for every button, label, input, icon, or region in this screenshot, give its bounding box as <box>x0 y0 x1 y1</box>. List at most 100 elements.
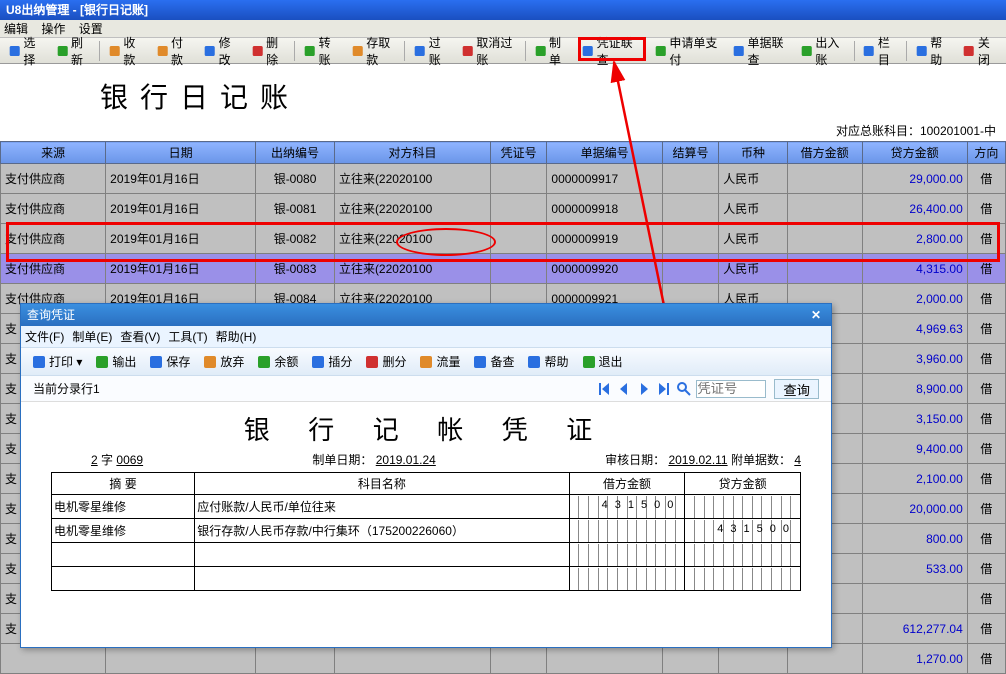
dialog-title: 查询凭证 <box>27 304 75 326</box>
column-header[interactable]: 贷方金额 <box>862 142 967 164</box>
column-header[interactable]: 来源 <box>1 142 106 164</box>
cell: 银-0082 <box>256 224 335 254</box>
search-icon[interactable] <box>676 381 692 397</box>
table-row[interactable]: 支付供应商2019年01月16日银-0080立往来(22020100000000… <box>1 164 1006 194</box>
cell: 借 <box>967 194 1005 224</box>
last-icon[interactable] <box>656 381 672 397</box>
first-icon[interactable] <box>596 381 612 397</box>
next-icon[interactable] <box>636 381 652 397</box>
edit-button[interactable]: 修改 <box>198 40 244 62</box>
refresh-button[interactable]: 刷新 <box>51 40 97 62</box>
import-button[interactable]: 出入账 <box>795 40 851 62</box>
voucher-title: 银 行 记 帐 凭 证 <box>21 402 831 451</box>
dialog-navbar: 当前分录行1 查询 <box>21 376 831 402</box>
column-header[interactable]: 出纳编号 <box>256 142 335 164</box>
column-header[interactable]: 日期 <box>106 142 256 164</box>
cell <box>195 543 570 567</box>
cell: 人民币 <box>719 254 788 284</box>
dialog-menu-item[interactable]: 工具(T) <box>168 330 207 344</box>
tb-label: 转账 <box>319 34 339 68</box>
cell: 0000009920 <box>547 254 662 284</box>
cell: 银-0080 <box>256 164 335 194</box>
voucher-row: 电机零星维修应付账款/人民币/单位往来431500 <box>52 495 801 519</box>
voucher-search-input[interactable] <box>696 380 766 398</box>
voucher-col: 科目名称 <box>195 473 570 495</box>
make-button[interactable]: 制单 <box>529 40 575 62</box>
column-header[interactable]: 对方科目 <box>334 142 490 164</box>
cell <box>685 495 801 519</box>
prev-icon[interactable] <box>616 381 632 397</box>
dlg-tbtn-9[interactable]: 帮助 <box>521 351 573 373</box>
dlg-tbtn-2[interactable]: 保存 <box>143 351 195 373</box>
dlg-tbtn-6[interactable]: 删分 <box>359 351 411 373</box>
dialog-menu-item[interactable]: 文件(F) <box>25 330 64 344</box>
cell: 立往来(22020100 <box>334 224 490 254</box>
tb-label: 取消过账 <box>476 34 516 68</box>
cell: 9,400.00 <box>862 434 967 464</box>
dlg-tbtn-8[interactable]: 备查 <box>467 351 519 373</box>
delete-button[interactable]: 删除 <box>246 40 292 62</box>
apply-pay-button[interactable]: 申请单支付 <box>649 40 725 62</box>
table-row[interactable]: 支付供应商2019年01月16日银-0083立往来(22020100000000… <box>1 254 1006 284</box>
column-header[interactable]: 借方金额 <box>787 142 862 164</box>
menu-operate[interactable]: 操作 <box>41 22 65 36</box>
cell <box>52 543 195 567</box>
dlg-icon <box>364 354 380 370</box>
cell: 人民币 <box>719 224 788 254</box>
post-button[interactable]: 过账 <box>408 40 454 62</box>
dialog-close-button[interactable]: ✕ <box>807 304 825 326</box>
dlg-tbtn-4[interactable]: 余额 <box>251 351 303 373</box>
unpost-button[interactable]: 取消过账 <box>456 40 522 62</box>
make-date-label: 制单日期： <box>312 453 372 467</box>
receipt-icon <box>108 43 121 59</box>
column-header[interactable]: 凭证号 <box>490 142 546 164</box>
query-button[interactable]: 查询 <box>774 379 819 399</box>
dialog-menu-item[interactable]: 查看(V) <box>120 330 160 344</box>
dlg-tbtn-0[interactable]: 打印 ▾ <box>26 351 87 373</box>
column-header[interactable]: 结算号 <box>662 142 718 164</box>
column-header[interactable]: 方向 <box>967 142 1005 164</box>
transfer-button[interactable]: 转账 <box>298 40 344 62</box>
cell: 立往来(22020100 <box>334 194 490 224</box>
apply-pay-icon <box>654 43 667 59</box>
tb-label: 付款 <box>171 34 191 68</box>
cell <box>569 519 685 543</box>
cell <box>490 194 546 224</box>
dlg-icon <box>526 354 542 370</box>
cell <box>569 543 685 567</box>
pay-icon <box>156 43 169 59</box>
dialog-titlebar: 查询凭证 ✕ <box>21 304 831 326</box>
dialog-menu-item[interactable]: 帮助(H) <box>216 330 257 344</box>
table-row[interactable]: 支付供应商2019年01月16日银-0082立往来(22020100000000… <box>1 224 1006 254</box>
help-button[interactable]: 帮助 <box>910 40 956 62</box>
voucher-row <box>52 543 801 567</box>
voucher-row: 电机零星维修银行存款/人民币存款/中行集环（175200226060）43150… <box>52 519 801 543</box>
dlg-tbtn-3[interactable]: 放弃 <box>197 351 249 373</box>
table-row[interactable]: 支付供应商2019年01月16日银-0081立往来(22020100000000… <box>1 194 1006 224</box>
table-row[interactable]: 1,270.00借 <box>1 644 1006 674</box>
voucher-link-button[interactable]: 凭证联查 <box>576 40 642 62</box>
withdraw-button[interactable]: 存取款 <box>346 40 402 62</box>
cell <box>52 567 195 591</box>
close-button[interactable]: 关闭 <box>957 40 1003 62</box>
cell: 2019年01月16日 <box>106 254 256 284</box>
cell <box>662 644 718 674</box>
cell <box>685 567 801 591</box>
tb-label: 修改 <box>219 34 239 68</box>
dlg-tbtn-10[interactable]: 退出 <box>576 351 628 373</box>
column-header[interactable]: 币种 <box>719 142 788 164</box>
cell: 借 <box>967 434 1005 464</box>
doc-link-button[interactable]: 单据联查 <box>727 40 793 62</box>
dlg-tbtn-7[interactable]: 流量 <box>413 351 465 373</box>
dlg-icon <box>310 354 326 370</box>
receipt-button[interactable]: 收款 <box>103 40 149 62</box>
select-button[interactable]: 选择 <box>3 40 49 62</box>
cell <box>1 644 106 674</box>
column-header[interactable]: 单据编号 <box>547 142 662 164</box>
columns-button[interactable]: 栏目 <box>857 40 903 62</box>
dialog-menu-item[interactable]: 制单(E) <box>72 330 112 344</box>
pay-button[interactable]: 付款 <box>151 40 197 62</box>
dlg-tbtn-5[interactable]: 插分 <box>305 351 357 373</box>
cell: 2,000.00 <box>862 284 967 314</box>
dlg-tbtn-1[interactable]: 输出 <box>89 351 141 373</box>
